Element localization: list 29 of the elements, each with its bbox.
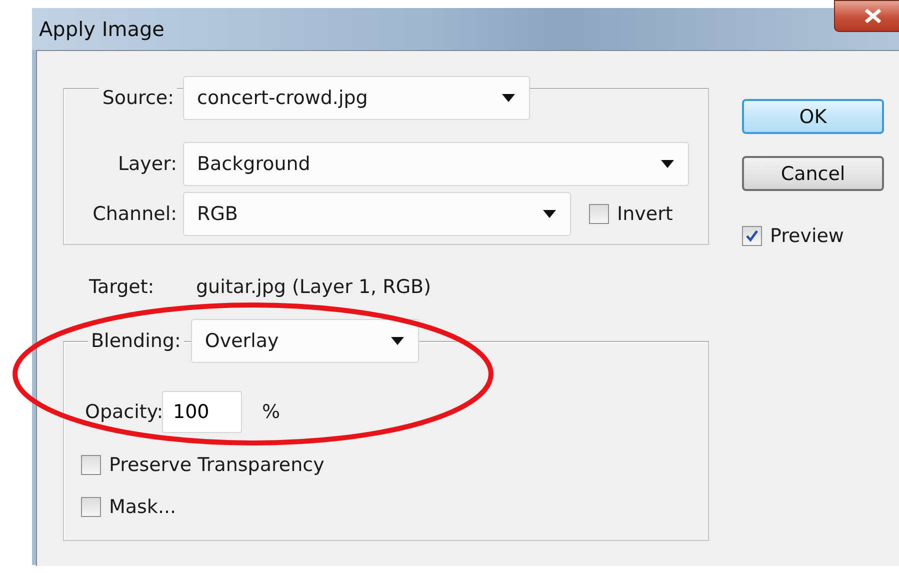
caret-icon (390, 337, 404, 345)
preview-label: Preview (770, 225, 844, 247)
opacity-label: Opacity: (85, 401, 162, 423)
channel-label: Channel: (92, 203, 177, 225)
cancel-button[interactable]: Cancel (742, 156, 884, 191)
layer-dropdown[interactable]: Background (183, 142, 689, 186)
option-label: Preserve Transparency (109, 454, 324, 476)
opacity-field[interactable]: 100 (162, 391, 242, 433)
target-value: guitar.jpg (Layer 1, RGB) (196, 276, 431, 298)
blending-label: Blending: (88, 330, 184, 352)
window-title: Apply Image (39, 17, 164, 41)
option-label: Mask... (109, 496, 176, 518)
close-button[interactable] (834, 0, 899, 32)
layer-label: Layer: (118, 153, 177, 175)
checkbox[interactable] (81, 497, 101, 517)
channel-dropdown[interactable]: RGB (183, 192, 571, 236)
invert-label: Invert (617, 203, 673, 225)
checkbox[interactable] (81, 455, 101, 475)
caret-icon (543, 210, 556, 218)
caret-icon (502, 94, 515, 102)
close-icon (863, 9, 883, 23)
percent-unit: % (262, 401, 280, 423)
target-label: Target: (89, 276, 156, 298)
checkbox[interactable] (742, 226, 762, 246)
source-dropdown[interactable]: concert-crowd.jpg (183, 76, 530, 120)
caret-icon (661, 160, 674, 168)
ok-button[interactable]: OK (742, 99, 884, 134)
blending-dropdown[interactable]: Overlay (190, 319, 419, 363)
checkbox[interactable] (589, 204, 609, 224)
